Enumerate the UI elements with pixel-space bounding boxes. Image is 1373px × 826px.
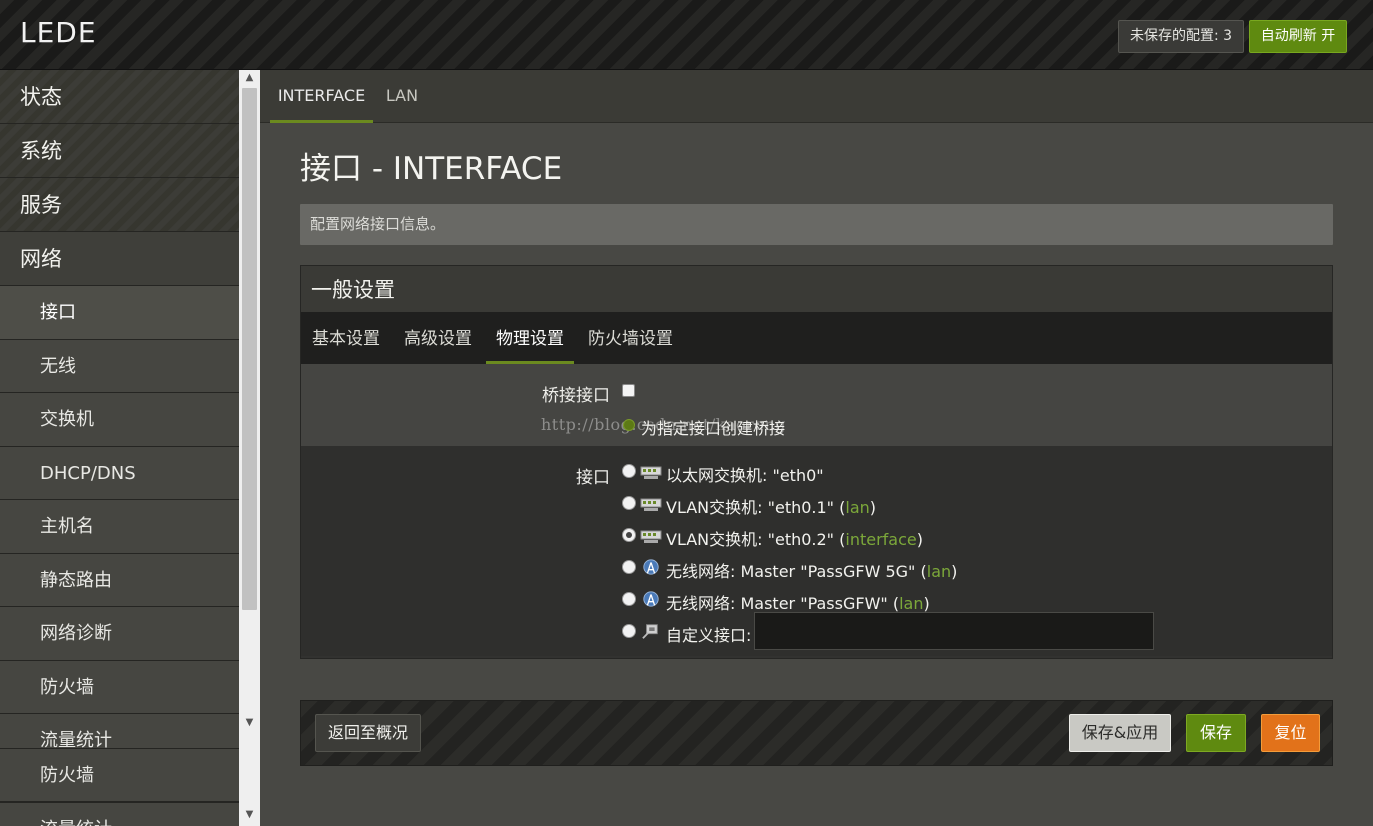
- back-to-overview-button[interactable]: 返回至概况: [315, 714, 421, 752]
- custom-interface-icon: [642, 624, 658, 639]
- general-settings-section: 一般设置 基本设置 高级设置 物理设置 防火墙设置 桥接接口 http://bl…: [300, 265, 1333, 659]
- sidebar-scrollbar[interactable]: ▲ ▼ ▼: [239, 70, 260, 826]
- interface-option-eth0: 以太网交换机: "eth0": [666, 462, 824, 486]
- sidebar: 状态 系统 服务 网络 接口 无线 交换机 DHCP/DNS 主机名 静态路由 …: [0, 70, 260, 826]
- bridge-row: 桥接接口 http://blog.csdn.net/kaorong 为指定接口创…: [301, 364, 1332, 446]
- option-text: VLAN交换机: "eth0.1" (: [666, 498, 846, 517]
- tab-interface[interactable]: INTERFACE: [270, 70, 373, 123]
- scroll-up-arrow-icon[interactable]: ▲: [239, 70, 260, 86]
- sidebar-subitem-static-routes[interactable]: 静态路由: [0, 553, 239, 607]
- scroll-down-arrow-icon-2[interactable]: ▼: [239, 807, 260, 823]
- option-text: 无线网络: Master "PassGFW" (: [666, 594, 900, 613]
- interface-option-wifi: 无线网络: Master "PassGFW" (lan): [666, 590, 930, 614]
- wireless-icon: [643, 559, 659, 575]
- sidebar-menu: 状态 系统 服务 网络 接口 无线 交换机 DHCP/DNS 主机名 静态路由 …: [0, 70, 239, 748]
- sidebar-subitem-dhcp-dns[interactable]: DHCP/DNS: [0, 446, 239, 500]
- header: LEDE 未保存的配置: 3 自动刷新 开: [0, 0, 1373, 70]
- interface-option-custom: 自定义接口:: [666, 622, 751, 646]
- sidebar-subitem-interfaces[interactable]: 接口: [0, 286, 239, 340]
- option-suffix: ): [951, 562, 958, 581]
- interface-radio-wifi[interactable]: [622, 592, 636, 606]
- option-suffix: ): [923, 594, 930, 613]
- tab-physical-settings[interactable]: 物理设置: [486, 312, 574, 364]
- interface-label: 接口: [576, 468, 610, 488]
- tab-firewall-settings[interactable]: 防火墙设置: [588, 312, 673, 364]
- option-suffix: ): [916, 530, 923, 549]
- tab-basic-settings[interactable]: 基本设置: [312, 312, 380, 364]
- bridge-label: 桥接接口: [542, 386, 610, 406]
- bridge-help-text: 为指定接口创建桥接: [641, 419, 786, 438]
- network-link-interface[interactable]: interface: [845, 530, 916, 549]
- interface-radio-eth0[interactable]: [622, 464, 636, 478]
- top-tabs: INTERFACE LAN: [260, 70, 1373, 123]
- brand-logo[interactable]: LEDE: [20, 16, 97, 49]
- save-button[interactable]: 保存: [1186, 714, 1246, 752]
- section-tabs: 基本设置 高级设置 物理设置 防火墙设置: [301, 312, 1332, 364]
- unsaved-changes-button[interactable]: 未保存的配置: 3: [1118, 20, 1244, 53]
- interface-row: 接口 以太网交换机: "eth0" VLAN交换机: "eth0.1" (lan…: [301, 446, 1332, 656]
- option-text: VLAN交换机: "eth0.2" (: [666, 530, 846, 549]
- tab-advanced-settings[interactable]: 高级设置: [404, 312, 472, 364]
- vlan-switch-icon: [640, 530, 662, 543]
- auto-refresh-toggle[interactable]: 自动刷新 开: [1249, 20, 1347, 53]
- help-icon: [623, 419, 635, 431]
- option-text: 无线网络: Master "PassGFW 5G" (: [666, 562, 927, 581]
- network-link-lan[interactable]: lan: [845, 498, 869, 517]
- interface-option-wifi-5g: 无线网络: Master "PassGFW 5G" (lan): [666, 558, 957, 582]
- interface-radio-eth0-2[interactable]: [622, 528, 636, 542]
- sidebar-subitem-traffic-stats[interactable]: 流量统计: [0, 714, 239, 748]
- network-link-lan[interactable]: lan: [927, 562, 951, 581]
- sidebar-item-services[interactable]: 服务: [0, 178, 239, 232]
- interface-option-eth0-1: VLAN交换机: "eth0.1" (lan): [666, 494, 876, 518]
- sidebar-subitem-hostnames[interactable]: 主机名: [0, 500, 239, 554]
- network-link-lan[interactable]: lan: [899, 594, 923, 613]
- save-apply-button[interactable]: 保存&应用: [1069, 714, 1171, 752]
- tab-lan[interactable]: LAN: [378, 70, 426, 123]
- interface-radio-eth0-1[interactable]: [622, 496, 636, 510]
- ethernet-switch-icon: [640, 466, 662, 479]
- option-suffix: ): [869, 498, 877, 517]
- interface-radio-wifi-5g[interactable]: [622, 560, 636, 574]
- sidebar-menu-bottom: 防火墙 流量统计: [0, 748, 239, 826]
- sidebar-subitem-wireless[interactable]: 无线: [0, 339, 239, 393]
- sidebar-item-network[interactable]: 网络: [0, 232, 239, 286]
- scroll-down-arrow-icon[interactable]: ▼: [239, 715, 260, 731]
- custom-interface-input[interactable]: [754, 612, 1154, 650]
- sidebar-bottom-firewall[interactable]: 防火墙: [0, 748, 239, 802]
- section-title: 一般设置: [301, 266, 1332, 312]
- sidebar-subitem-switch[interactable]: 交换机: [0, 393, 239, 447]
- sidebar-bottom-traffic-stats[interactable]: 流量统计: [0, 801, 239, 826]
- vlan-switch-icon: [640, 498, 662, 511]
- option-text: 自定义接口:: [666, 626, 752, 645]
- page-description: 配置网络接口信息。: [300, 204, 1333, 245]
- sidebar-item-system[interactable]: 系统: [0, 124, 239, 178]
- bridge-checkbox[interactable]: [622, 384, 635, 397]
- interface-radio-custom[interactable]: [622, 624, 636, 638]
- scroll-thumb[interactable]: [242, 88, 257, 610]
- page-title: 接口 - INTERFACE: [300, 151, 563, 187]
- interface-option-eth0-2: VLAN交换机: "eth0.2" (interface): [666, 526, 923, 550]
- action-bar: 返回至概况 保存&应用 保存 复位: [300, 700, 1333, 766]
- sidebar-subitem-diagnostics[interactable]: 网络诊断: [0, 607, 239, 661]
- option-text: 以太网交换机: "eth0": [666, 466, 824, 485]
- wireless-icon: [643, 591, 659, 607]
- sidebar-subitem-firewall[interactable]: 防火墙: [0, 660, 239, 714]
- reset-button[interactable]: 复位: [1261, 714, 1320, 752]
- sidebar-item-status[interactable]: 状态: [0, 70, 239, 124]
